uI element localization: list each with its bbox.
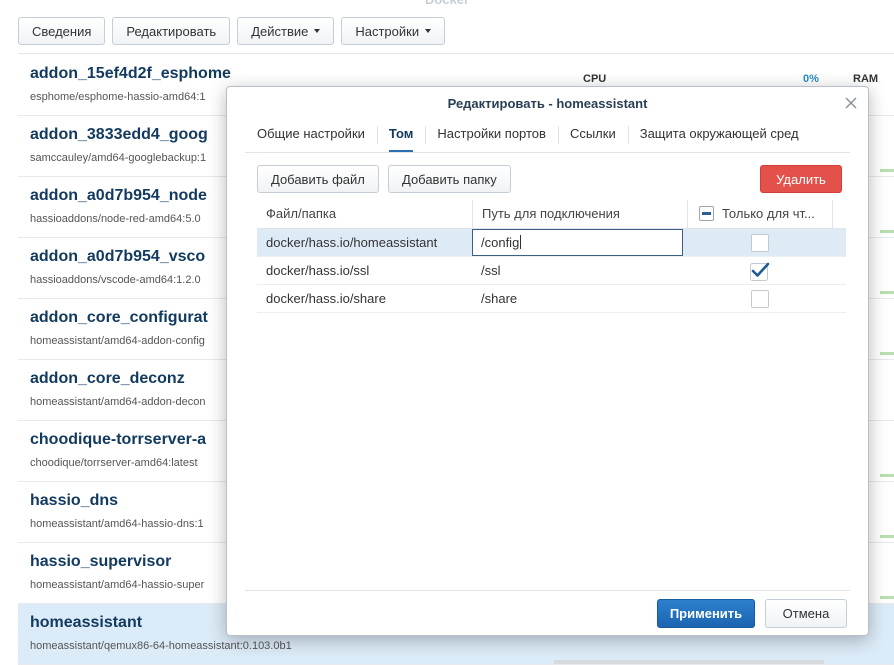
container-image: hassioaddons/vscode-amd64:1.2.0 <box>30 274 201 286</box>
mount-cell: /ssl <box>481 263 501 278</box>
container-image: homeassistant/amd64-hassio-super <box>30 579 205 591</box>
app-title: Docker <box>0 0 894 8</box>
container-image: hassioaddons/node-red-amd64:5.0 <box>30 213 201 225</box>
header-mount-path[interactable]: Путь для подключения <box>472 200 687 229</box>
table-row[interactable]: docker/hass.io/share /share <box>257 285 846 313</box>
volume-actions: Добавить файл Добавить папку Удалить <box>257 165 842 193</box>
settings-label: Настройки <box>355 23 420 39</box>
cancel-button[interactable]: Отмена <box>765 599 847 628</box>
close-icon[interactable] <box>844 96 858 110</box>
chevron-down-icon <box>425 29 432 33</box>
action-dropdown[interactable]: Действие <box>237 17 335 45</box>
container-image: esphome/esphome-hassio-amd64:1 <box>30 91 206 103</box>
tab-volume[interactable]: Том <box>376 119 426 152</box>
settings-dropdown[interactable]: Настройки <box>341 17 446 45</box>
container-name: addon_a0d7b954_node <box>30 187 207 204</box>
mount-cell: /config <box>472 229 687 257</box>
footer-divider <box>245 590 850 591</box>
text-cursor <box>520 235 522 249</box>
ram-usage-bar <box>880 291 894 294</box>
readonly-cell <box>687 285 832 313</box>
table-row[interactable]: docker/hass.io/homeassistant /config <box>257 229 846 257</box>
dialog-header: Редактировать - homeassistant <box>227 87 868 121</box>
container-name: addon_core_configurat <box>30 309 208 326</box>
container-name: hassio_supervisor <box>30 553 172 570</box>
file-cell: docker/hass.io/homeassistant <box>266 235 438 250</box>
readonly-checkbox[interactable] <box>750 234 769 252</box>
dialog-tabs: Общие настройки Том Настройки портов Ссы… <box>245 119 811 152</box>
delete-button[interactable]: Удалить <box>760 165 842 193</box>
usage-bar <box>554 660 824 664</box>
toolbar: Сведения Редактировать Действие Настройк… <box>18 17 446 45</box>
header-file[interactable]: Файл/папка <box>257 200 472 229</box>
container-image: samccauley/amd64-googlebackup:1 <box>30 152 207 164</box>
container-name: addon_15ef4d2f_esphome <box>30 65 231 82</box>
table-header: Файл/папка Путь для подключения Только д… <box>257 200 846 229</box>
readonly-cell <box>687 257 832 285</box>
readonly-checkbox-checked[interactable] <box>749 261 771 281</box>
apply-button[interactable]: Применить <box>657 599 755 628</box>
edit-button[interactable]: Редактировать <box>112 17 231 45</box>
details-button[interactable]: Сведения <box>18 17 106 45</box>
add-file-button[interactable]: Добавить файл <box>257 165 379 193</box>
header-readonly[interactable]: Только для чт... <box>687 200 832 229</box>
ram-usage-bar <box>880 169 894 172</box>
ram-usage-bar <box>880 596 894 599</box>
header-readonly-label: Только для чт... <box>722 206 815 221</box>
container-name: homeassistant <box>30 614 143 631</box>
tabs-divider <box>245 152 850 153</box>
toolbar-divider <box>18 53 894 54</box>
chevron-down-icon <box>314 29 321 33</box>
ram-usage-bar <box>880 230 894 233</box>
mount-cell: /share <box>481 291 518 306</box>
container-image: homeassistant/amd64-addon-decon <box>30 396 206 408</box>
ram-usage-bar <box>880 352 894 355</box>
container-name: addon_3833edd4_goog <box>30 126 208 143</box>
mount-path-input[interactable]: /config <box>472 229 683 256</box>
container-name: choodique-torrserver-a <box>30 431 207 448</box>
ram-usage-bar <box>880 474 894 477</box>
tab-general-settings[interactable]: Общие настройки <box>245 119 377 151</box>
table-row[interactable]: docker/hass.io/ssl /ssl <box>257 257 846 285</box>
readonly-checkbox[interactable] <box>750 290 769 308</box>
add-folder-button[interactable]: Добавить папку <box>388 165 511 193</box>
tab-port-settings[interactable]: Настройки портов <box>425 119 558 151</box>
volume-table: Файл/папка Путь для подключения Только д… <box>257 200 846 313</box>
container-image: choodique/torrserver-amd64:latest <box>30 457 198 469</box>
container-image: homeassistant/qemux86-64-homeassistant:0… <box>30 640 292 652</box>
ram-usage-bar <box>880 535 894 538</box>
file-cell: docker/hass.io/ssl <box>266 263 370 278</box>
select-all-checkbox[interactable] <box>699 206 714 222</box>
dialog-title: Редактировать - homeassistant <box>447 96 648 111</box>
container-name: addon_core_deconz <box>30 370 185 387</box>
header-spacer <box>832 200 846 229</box>
readonly-cell <box>687 229 832 257</box>
container-name: hassio_dns <box>30 492 119 509</box>
mount-path-value: /config <box>481 235 520 250</box>
action-label: Действие <box>251 23 309 39</box>
container-name: addon_a0d7b954_vsco <box>30 248 206 265</box>
edit-dialog: Редактировать - homeassistant Общие наст… <box>226 86 869 636</box>
tab-links[interactable]: Ссылки <box>557 119 628 151</box>
tab-environment[interactable]: Защита окружающей сред <box>627 119 811 151</box>
container-image: homeassistant/amd64-addon-config <box>30 335 205 347</box>
container-image: homeassistant/amd64-hassio-dns:1 <box>30 518 204 530</box>
file-cell: docker/hass.io/share <box>266 291 386 306</box>
